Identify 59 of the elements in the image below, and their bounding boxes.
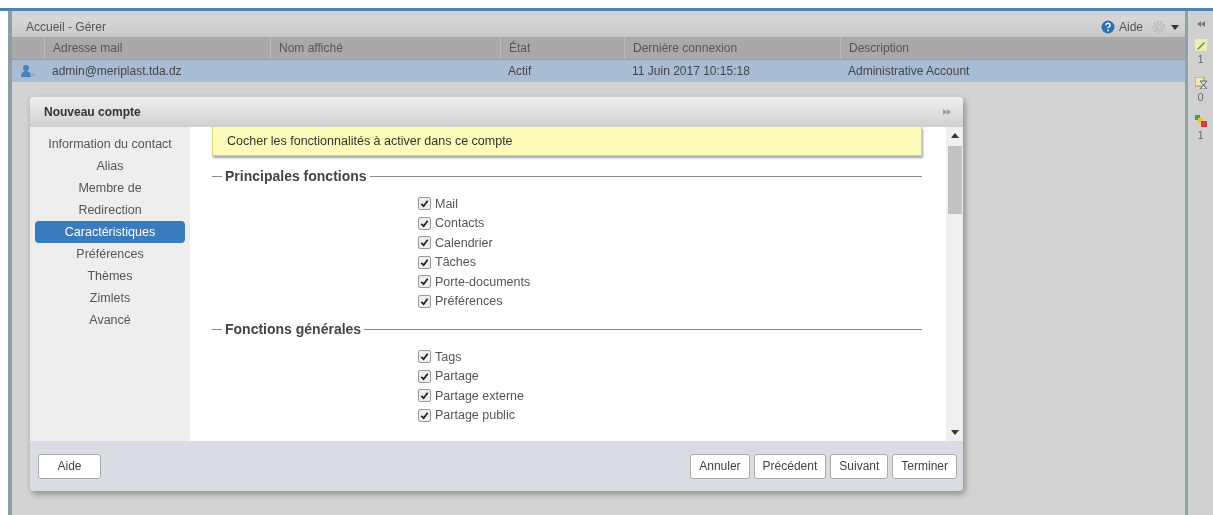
section-title: Principales fonctions xyxy=(225,168,367,184)
user-icon xyxy=(20,64,36,78)
scrollbar[interactable] xyxy=(946,127,963,441)
nav-item[interactable]: Avancé xyxy=(35,309,185,331)
checkbox[interactable] xyxy=(418,275,431,289)
count-label: 0 xyxy=(1197,91,1204,103)
panel-title: Accueil - Gérer xyxy=(26,20,107,34)
checkbox-label: Porte-documents xyxy=(435,274,531,289)
checkbox-label: Partage xyxy=(435,369,479,384)
checkbox-label: Partage externe xyxy=(435,388,524,403)
checkbox-label: Mail xyxy=(435,196,458,211)
table-row[interactable]: admin@meriplast.tda.dz Actif 11 Juin 2017 10:15:18 Administrative Account xyxy=(12,60,1185,82)
nav-item[interactable]: Préférences xyxy=(35,243,185,265)
scroll-up-icon[interactable] xyxy=(950,133,959,138)
checkbox-label: Préférences xyxy=(435,294,503,309)
scroll-thumb[interactable] xyxy=(947,146,962,214)
checkbox[interactable] xyxy=(418,255,431,269)
nav-item[interactable]: Caractéristiques xyxy=(35,221,185,243)
table-cell: 11 Juin 2017 10:15:18 xyxy=(632,64,750,78)
collapse-icon[interactable] xyxy=(1196,21,1205,27)
dialog-button[interactable]: Précédent xyxy=(753,453,827,479)
pencil-icon[interactable] xyxy=(1194,39,1207,51)
dialog-button[interactable]: Suivant xyxy=(830,453,889,479)
caret-icon[interactable] xyxy=(1171,24,1179,30)
nav-item[interactable]: Information du contact xyxy=(35,133,185,155)
nav-item[interactable]: Zimlets xyxy=(35,287,185,309)
help-link[interactable]: Aide xyxy=(1118,20,1143,34)
checkbox-label: Partage public xyxy=(435,408,515,423)
scroll-down-icon[interactable] xyxy=(950,430,959,435)
nav-item[interactable]: Redirection xyxy=(35,199,185,221)
table-cell: Administrative Account xyxy=(848,64,970,78)
squares-icon[interactable] xyxy=(1194,115,1207,127)
notice-banner: Cocher les fonctionnalités à activer dans ce compte xyxy=(212,127,922,156)
nav-item[interactable]: Membre de xyxy=(35,177,185,199)
checkbox-label: Calendrier xyxy=(435,235,493,250)
nav-item[interactable]: Thèmes xyxy=(35,265,185,287)
checkbox-label: Tâches xyxy=(435,255,476,270)
checkbox-label: Contacts xyxy=(435,216,485,231)
checkbox[interactable] xyxy=(418,216,431,230)
table-cell: admin@meriplast.tda.dz xyxy=(52,64,182,78)
checkbox[interactable] xyxy=(418,197,431,211)
table-cell: Actif xyxy=(508,64,532,78)
checkbox[interactable] xyxy=(418,408,431,422)
help-icon[interactable] xyxy=(1100,20,1115,34)
checkbox[interactable] xyxy=(418,236,431,250)
help-button[interactable]: Aide xyxy=(38,453,101,479)
checkbox[interactable] xyxy=(418,389,431,403)
count-label: 1 xyxy=(1197,129,1204,141)
checkbox[interactable] xyxy=(418,350,431,364)
dialog-button[interactable]: Annuler xyxy=(690,453,750,479)
hourglass-icon[interactable] xyxy=(1194,77,1207,89)
section-title: Fonctions générales xyxy=(225,321,362,337)
checkbox[interactable] xyxy=(418,294,431,308)
checkbox-label: Tags xyxy=(435,349,462,364)
nav-item[interactable]: Alias xyxy=(35,155,185,177)
dialog-title: Nouveau compte xyxy=(44,105,141,119)
dialog-button[interactable]: Terminer xyxy=(892,453,957,479)
checkbox[interactable] xyxy=(418,369,431,383)
count-label: 1 xyxy=(1197,53,1204,65)
